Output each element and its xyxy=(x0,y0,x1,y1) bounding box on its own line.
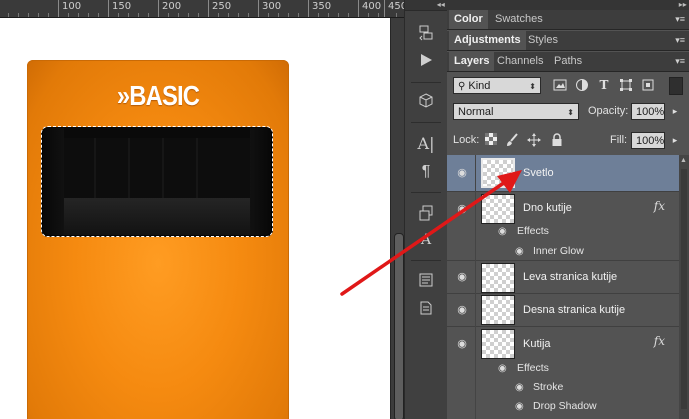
layers-scrollbar[interactable]: ▲ xyxy=(679,155,689,419)
lock-all-icon[interactable] xyxy=(550,133,564,147)
filter-shape-icon[interactable] xyxy=(619,78,633,92)
visibility-eye-icon[interactable]: ◉ xyxy=(455,168,469,179)
layer-name[interactable]: Kutija xyxy=(523,338,551,350)
layer-thumbnail[interactable] xyxy=(481,295,515,325)
layer-row-desna-stranica[interactable]: ◉ Desna stranica kutije xyxy=(447,293,679,327)
tab-paths[interactable]: Paths xyxy=(549,52,587,71)
ruler-tick: 150 xyxy=(108,0,131,17)
panels-dock: ▸▸ Color Swatches ▾≡ Adjustments Styles … xyxy=(447,0,689,419)
visibility-eye-icon[interactable]: ◉ xyxy=(455,339,469,350)
lock-transparent-icon[interactable] xyxy=(484,133,498,147)
tab-layers[interactable]: Layers xyxy=(449,52,495,71)
filter-pixel-icon[interactable] xyxy=(553,78,567,92)
fx-icon[interactable]: fx xyxy=(654,199,665,213)
tab-adjustments[interactable]: Adjustments xyxy=(449,31,526,50)
ruler-tick: 350 xyxy=(308,0,331,17)
panel-menu-icon[interactable]: ▾≡ xyxy=(675,56,685,67)
opacity-dropdown-icon[interactable]: ▸ xyxy=(668,104,682,118)
ruler-tick: 200 xyxy=(158,0,181,17)
ruler-tick: 450 xyxy=(384,0,404,17)
ruler-tick: 300 xyxy=(258,0,281,17)
character-icon[interactable]: A| xyxy=(416,134,436,154)
panel-icon-strip: ◂◂ A| ¶ A xyxy=(404,0,448,419)
fill-dropdown-icon[interactable]: ▸ xyxy=(668,133,682,147)
adjustments-tabbar: Adjustments Styles ▾≡ xyxy=(447,31,689,51)
effect-drop-shadow[interactable]: Drop Shadow xyxy=(533,400,597,412)
notes-icon[interactable] xyxy=(416,272,436,292)
effect-eye-icon[interactable]: ◉ xyxy=(515,401,524,412)
lock-brush-icon[interactable] xyxy=(505,133,519,147)
actions-icon[interactable] xyxy=(416,52,436,72)
layer-name[interactable]: Dno kutije xyxy=(523,202,572,214)
ruler-tick: 250 xyxy=(208,0,231,17)
layer-name[interactable]: Leva stranica kutije xyxy=(523,271,617,283)
ruler-tick: 100 xyxy=(58,0,81,17)
panel-menu-icon[interactable]: ▾≡ xyxy=(675,35,685,46)
effects-eye-icon[interactable]: ◉ xyxy=(498,226,507,237)
info-icon[interactable] xyxy=(416,300,436,320)
blend-mode-select[interactable]: Normal ⬍ xyxy=(453,103,579,120)
card-title: »BASIC xyxy=(116,80,200,111)
glyphs-icon[interactable]: A xyxy=(416,230,436,250)
fx-icon[interactable]: fx xyxy=(654,334,665,348)
layer-row-dno-kutije[interactable]: ◉ Dno kutije fx ◉ Effects ◉ Inner Glow xyxy=(447,191,679,261)
visibility-eye-icon[interactable]: ◉ xyxy=(455,272,469,283)
effects-label: Effects xyxy=(517,362,549,374)
horizontal-ruler: 100 150 200 250 300 350 400 450 xyxy=(0,0,404,18)
scroll-up-icon[interactable]: ▲ xyxy=(680,157,687,164)
orange-card: »BASIC xyxy=(27,60,289,419)
vertical-scrollbar[interactable] xyxy=(390,18,404,419)
fill-label: Fill: xyxy=(610,134,628,146)
color-tabbar: Color Swatches ▾≡ xyxy=(447,10,689,30)
filter-adjustment-icon[interactable] xyxy=(575,78,589,92)
collapse-icon[interactable]: ◂◂ xyxy=(405,0,447,11)
black-box xyxy=(41,127,273,237)
ruler-tick: 400 xyxy=(358,0,381,17)
layer-name[interactable]: Svetlo xyxy=(523,167,554,179)
paragraph-icon[interactable]: ¶ xyxy=(416,162,436,182)
layers-list: ◉ Svetlo ◉ Dno kutije fx ◉ Effects ◉ Inn… xyxy=(447,155,679,419)
3d-icon[interactable] xyxy=(416,92,436,112)
layer-row-svetlo[interactable]: ◉ Svetlo xyxy=(447,155,679,192)
tab-styles[interactable]: Styles xyxy=(523,31,563,50)
visibility-eye-icon[interactable]: ◉ xyxy=(455,305,469,316)
tab-swatches[interactable]: Swatches xyxy=(490,10,548,29)
effect-stroke[interactable]: Stroke xyxy=(533,381,563,393)
filter-kind-value: Kind xyxy=(468,80,491,92)
opacity-input[interactable]: 100% xyxy=(631,103,665,120)
effects-label: Effects xyxy=(517,225,549,237)
layer-thumbnail[interactable] xyxy=(481,194,515,224)
filter-smart-object-icon[interactable] xyxy=(641,78,655,92)
opacity-label: Opacity: xyxy=(588,105,629,117)
layer-thumbnail[interactable] xyxy=(481,263,515,293)
canvas-area[interactable]: 100 150 200 250 300 350 400 450 »BASIC xyxy=(0,0,404,419)
collapse-panels-icon[interactable]: ▸▸ xyxy=(447,0,689,10)
search-icon: ⚲ xyxy=(458,81,466,92)
visibility-eye-icon[interactable]: ◉ xyxy=(455,204,469,215)
layer-row-leva-stranica[interactable]: ◉ Leva stranica kutije xyxy=(447,260,679,294)
filter-toggle-icon[interactable] xyxy=(669,77,683,95)
layer-row-kutija[interactable]: ◉ Kutija fx ◉ Effects ◉ Stroke ◉ Drop Sh… xyxy=(447,326,679,419)
effect-eye-icon[interactable]: ◉ xyxy=(515,382,524,393)
lock-move-icon[interactable] xyxy=(527,133,541,147)
fill-input[interactable]: 100% xyxy=(631,132,665,149)
panel-menu-icon[interactable]: ▾≡ xyxy=(675,14,685,25)
layer-comps-icon[interactable] xyxy=(416,204,436,224)
tab-color[interactable]: Color xyxy=(449,10,488,29)
filter-type-icon[interactable]: T xyxy=(597,78,611,92)
layer-thumbnail[interactable] xyxy=(481,158,515,188)
blend-mode-value: Normal xyxy=(458,106,494,118)
effect-inner-glow[interactable]: Inner Glow xyxy=(533,245,584,257)
effects-eye-icon[interactable]: ◉ xyxy=(498,363,507,374)
effect-eye-icon[interactable]: ◉ xyxy=(515,246,524,257)
tab-channels[interactable]: Channels xyxy=(492,52,548,71)
scrollbar-thumb[interactable] xyxy=(394,233,404,419)
layers-tabbar: Layers Channels Paths ▾≡ xyxy=(447,52,689,72)
layer-thumbnail[interactable] xyxy=(481,329,515,359)
lock-label: Lock: xyxy=(453,134,480,146)
history-icon[interactable] xyxy=(416,24,436,44)
filter-kind-select[interactable]: ⚲ Kind ⬍ xyxy=(453,77,541,94)
layer-name[interactable]: Desna stranica kutije xyxy=(523,304,625,316)
